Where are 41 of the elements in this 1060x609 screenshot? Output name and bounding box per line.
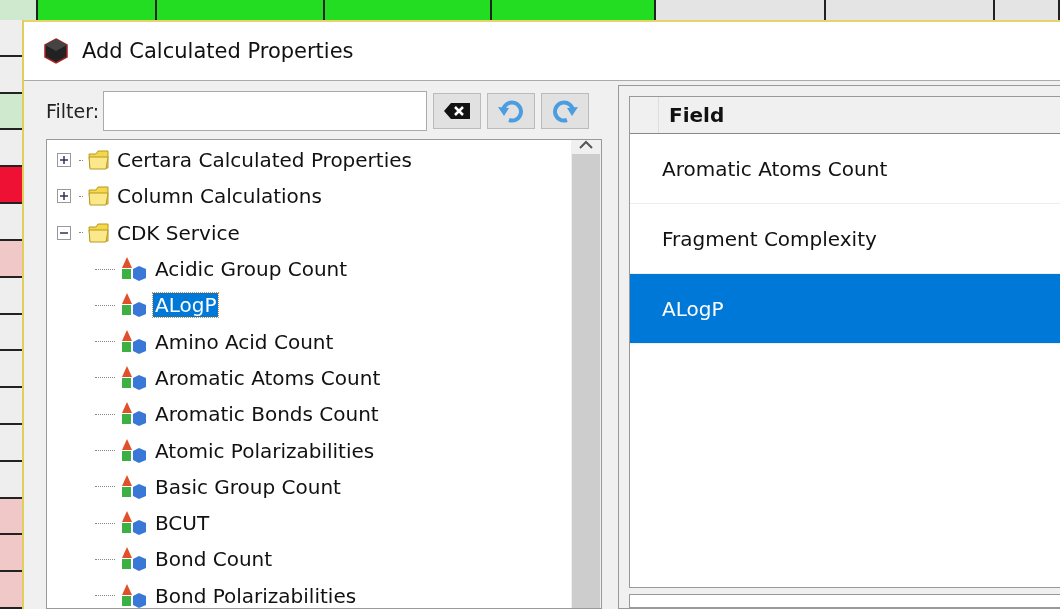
tree-item[interactable]: Basic Group Count (153, 474, 343, 499)
tree-item[interactable]: Atomic Polarizabilities (153, 438, 377, 463)
window-title: Add Calculated Properties (82, 39, 354, 63)
expand-toggle[interactable] (57, 153, 71, 168)
shapes-icon (119, 510, 149, 537)
shapes-icon (119, 328, 149, 355)
clear-button[interactable] (433, 93, 482, 129)
cube-icon (42, 37, 70, 65)
folder-icon (87, 221, 111, 244)
shapes-icon (119, 364, 149, 391)
tree-item[interactable]: Bond Count (153, 547, 275, 572)
filter-label: Filter: (46, 100, 100, 122)
shapes-icon (119, 256, 149, 283)
tree-item[interactable]: BCUT (153, 511, 212, 536)
folder-icon (87, 149, 111, 172)
scroll-up-icon[interactable] (579, 140, 593, 150)
shapes-icon (119, 582, 149, 609)
tree-item[interactable]: Aromatic Bonds Count (153, 402, 381, 427)
shapes-icon (119, 546, 149, 573)
tree-item[interactable]: ALogP (153, 293, 219, 318)
scrollbar[interactable] (571, 140, 601, 608)
tree-folder[interactable]: Certara Calculated Properties (115, 148, 414, 173)
redo-icon (551, 99, 580, 123)
table-row[interactable]: ALogP (630, 274, 1060, 344)
column-header[interactable]: Field (658, 97, 725, 133)
tree-item[interactable]: Acidic Group Count (153, 257, 350, 282)
expand-toggle[interactable] (57, 189, 71, 204)
folder-icon (87, 185, 111, 208)
shapes-icon (119, 401, 149, 428)
tree-item[interactable]: Amino Acid Count (153, 329, 336, 354)
tree-item[interactable]: Aromatic Atoms Count (153, 365, 383, 390)
backspace-icon (443, 102, 472, 120)
collapse-toggle[interactable] (57, 225, 71, 240)
shapes-icon (119, 473, 149, 500)
tree-folder[interactable]: Column Calculations (115, 184, 324, 209)
filter-field[interactable] (103, 91, 428, 131)
tree-item[interactable]: Bond Polarizabilities (153, 583, 359, 608)
shapes-icon (119, 292, 149, 319)
undo-icon (497, 99, 526, 123)
tree-folder[interactable]: CDK Service (115, 220, 242, 245)
shapes-icon (119, 437, 149, 464)
